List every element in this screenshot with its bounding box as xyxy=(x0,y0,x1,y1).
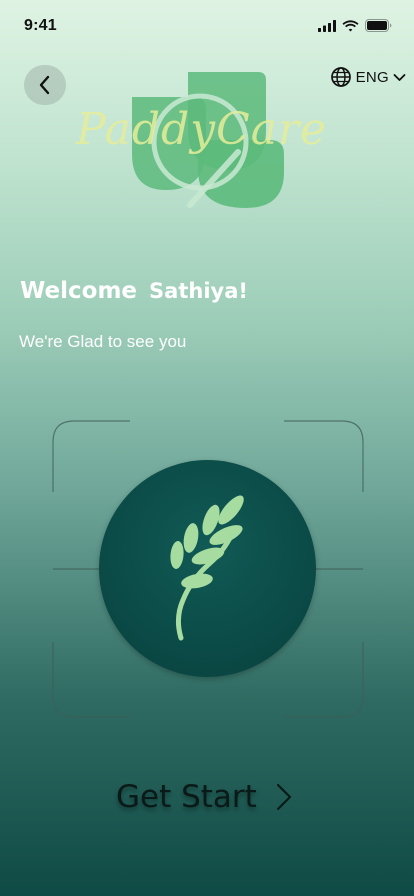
chevron-left-icon xyxy=(39,75,50,95)
welcome-user-name: Sathiya! xyxy=(149,279,248,303)
language-label: ENG xyxy=(355,68,389,86)
chevron-down-icon xyxy=(393,73,406,81)
battery-icon xyxy=(365,19,392,32)
chevron-right-icon xyxy=(276,783,291,811)
scan-circle-button[interactable] xyxy=(99,460,316,677)
status-icons xyxy=(318,19,392,32)
get-start-button[interactable]: Get Start xyxy=(116,774,293,820)
app-logo: PaddyCare xyxy=(70,70,350,212)
cellular-signal-icon xyxy=(318,19,336,32)
logo-text: PaddyCare xyxy=(76,104,328,155)
welcome-heading: Welcome Sathiya! xyxy=(20,278,248,304)
get-start-label: Get Start xyxy=(116,779,257,815)
welcome-greeting: Welcome xyxy=(20,278,138,304)
wifi-icon xyxy=(342,19,359,31)
welcome-subtitle: We're Glad to see you xyxy=(19,332,187,351)
status-time: 9:41 xyxy=(24,17,57,34)
rice-plant-icon xyxy=(170,495,244,641)
status-bar: 9:41 xyxy=(0,0,414,50)
back-button[interactable] xyxy=(24,65,66,105)
